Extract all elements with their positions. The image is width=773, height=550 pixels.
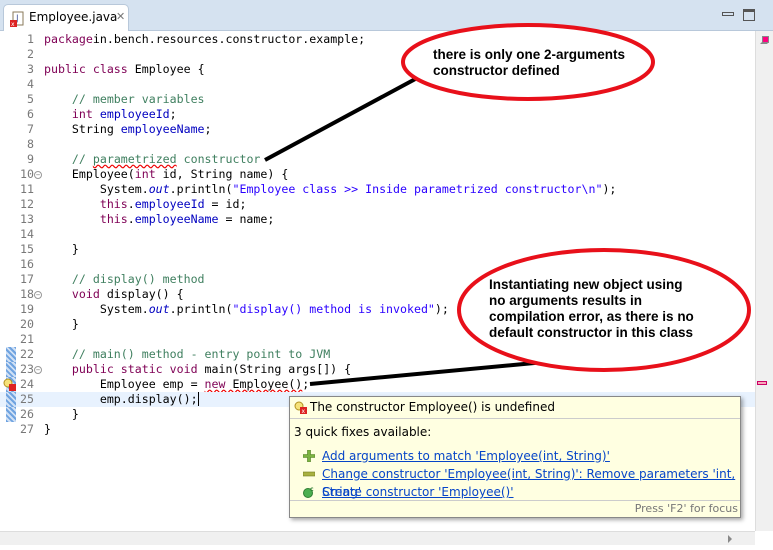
annotation-line: there is only one 2-arguments [433,47,626,62]
annotation-overlay [264,23,751,386]
annotation-line: constructor defined [433,63,560,78]
annotation-line: Instantiating new object using [489,277,683,292]
annotation-text-constructor: there is only one 2-arguments constructo… [433,47,625,79]
annotation-pointer-line [264,68,433,162]
annotation-line: compilation error, as there is no [489,309,694,324]
annotation-pointer-line [309,360,546,386]
annotation-line: default constructor in this class [489,325,694,340]
annotation-text-error: Instantiating new object using no argume… [489,277,694,341]
annotation-line: no arguments results in [489,293,643,308]
